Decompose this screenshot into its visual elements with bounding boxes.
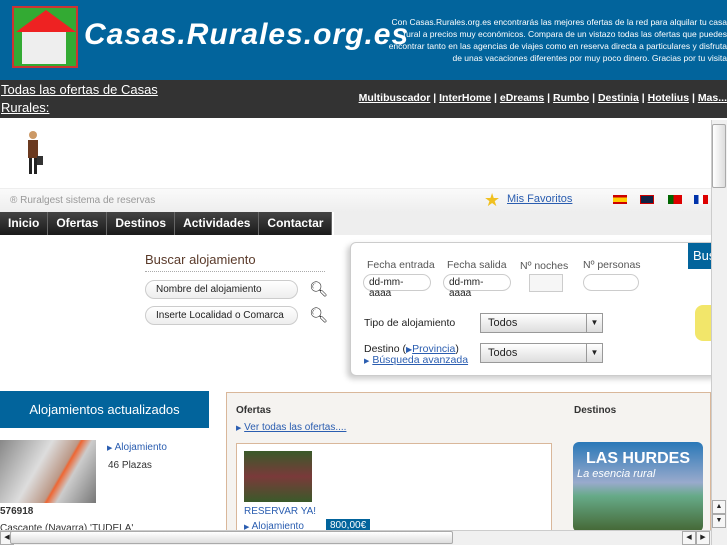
traveler-icon <box>28 131 43 174</box>
nights-input[interactable] <box>529 274 563 292</box>
arrow-right-icon: ▶ <box>236 425 242 432</box>
checkout-input[interactable]: dd-mm-aaaa <box>443 274 511 299</box>
nights-label: Nº noches <box>520 260 569 272</box>
advanced-search: ▶ Búsqueda avanzada <box>364 354 468 366</box>
flag-uk-icon[interactable] <box>640 195 654 204</box>
star-icon: ★ <box>484 190 501 210</box>
search-icon[interactable]: 🔍︎ <box>309 280 328 298</box>
see-all: ▶ Ver todas las ofertas.... <box>236 422 346 433</box>
link-multibuscador[interactable]: Multibuscador <box>359 92 431 104</box>
arrow-right-icon: ▶ <box>107 445 113 452</box>
intro-line: Con Casas.Rurales.org.es encontrarás las… <box>391 17 727 27</box>
flag-pt-icon[interactable] <box>668 195 682 204</box>
destination-select-value: Todos <box>488 347 518 359</box>
scroll-up-icon[interactable]: ▲ <box>712 500 726 514</box>
reserve-link[interactable]: RESERVAR YA! <box>244 506 316 517</box>
checkout-label: Fecha salida <box>447 259 507 271</box>
accommodation-photo[interactable] <box>0 440 96 503</box>
nav-inicio[interactable]: Inicio <box>0 212 49 235</box>
flag-fr-icon[interactable] <box>694 195 708 204</box>
horizontal-scroll-thumb[interactable] <box>10 531 453 544</box>
banner-title: LAS HURDES <box>585 450 690 467</box>
destination-select[interactable]: Todos ▼ <box>480 343 603 363</box>
link-destinia[interactable]: Destinia <box>598 92 639 104</box>
nav-destinos[interactable]: Destinos <box>107 212 176 235</box>
destination-banner[interactable]: LAS HURDES La esencia rural <box>573 442 703 532</box>
link-hotelius[interactable]: Hotelius <box>648 92 689 104</box>
scroll-left-icon[interactable]: ◀ <box>682 531 696 545</box>
offer-photo[interactable] <box>244 451 312 502</box>
vertical-scroll-thumb[interactable] <box>712 124 726 188</box>
checkin-input[interactable]: dd-mm-aaaa <box>363 274 431 299</box>
persons-input[interactable] <box>583 274 639 291</box>
type-label: Tipo de alojamiento <box>364 317 456 329</box>
partner-links: Multibuscador | InterHome | eDreams | Ru… <box>358 92 727 104</box>
advanced-search-link[interactable]: Búsqueda avanzada <box>372 354 468 366</box>
banner-subtitle: La esencia rural <box>577 468 656 480</box>
updated-title: Alojamientos actualizados <box>0 391 209 428</box>
persons-label: Nº personas <box>583 259 641 271</box>
intro-line: encontrar tanto en las agencias de viaje… <box>388 41 727 51</box>
intro-line: de unas vacaciones diferentes por muy po… <box>452 53 727 63</box>
scroll-down-icon[interactable]: ▼ <box>712 514 726 528</box>
checkin-label: Fecha entrada <box>367 259 435 271</box>
offers-title: Ofertas <box>236 405 272 416</box>
updated-link: ▶ Alojamiento <box>107 442 167 453</box>
name-search-input[interactable]: Nombre del alojamiento <box>145 280 298 299</box>
nav-contactar[interactable]: Contactar <box>259 212 333 235</box>
scroll-right-icon[interactable]: ▶ <box>696 531 710 545</box>
offers-bar-title[interactable]: Todas las ofertas de Casas Rurales: <box>1 81 181 117</box>
updated-places: 46 Plazas <box>108 460 152 471</box>
link-mas[interactable]: Mas... <box>698 92 727 104</box>
logo-house-icon[interactable] <box>12 6 78 68</box>
destinations-title: Destinos <box>574 405 617 416</box>
favorites-link[interactable]: Mis Favoritos <box>507 193 572 205</box>
nav-ofertas[interactable]: Ofertas <box>48 212 108 235</box>
intro-line: rural a precios muy económicos. Compara … <box>403 29 727 39</box>
main-nav: Inicio Ofertas Destinos Actividades Cont… <box>0 212 333 235</box>
ruralgest-text: ® Ruralgest sistema de reservas <box>10 195 156 206</box>
arrow-right-icon: ▶ <box>364 358 370 365</box>
nav-fill <box>334 212 711 235</box>
type-select[interactable]: Todos ▼ <box>480 313 603 333</box>
updated-id: 576918 <box>0 506 34 517</box>
search-icon[interactable]: 🔍︎ <box>309 306 328 324</box>
search-title: Buscar alojamiento <box>145 252 325 272</box>
intro-text: Con Casas.Rurales.org.es encontrarás las… <box>360 16 727 64</box>
offers-bar-title-text[interactable]: Todas las ofertas de Casas Rurales: <box>1 82 158 115</box>
chevron-down-icon: ▼ <box>586 314 602 332</box>
link-interhome[interactable]: InterHome <box>439 92 491 104</box>
chevron-down-icon: ▼ <box>586 344 602 362</box>
search-tab[interactable]: Bus <box>688 243 711 269</box>
location-search-input[interactable]: Inserte Localidad o Comarca <box>145 306 298 325</box>
search-button[interactable] <box>695 305 711 341</box>
see-all-offers-link[interactable]: Ver todas las ofertas.... <box>244 422 346 433</box>
updated-accommodation-link[interactable]: Alojamiento <box>115 442 167 453</box>
type-select-value: Todos <box>488 317 518 329</box>
link-rumbo[interactable]: Rumbo <box>553 92 589 104</box>
link-edreams[interactable]: eDreams <box>500 92 544 104</box>
nav-actividades[interactable]: Actividades <box>175 212 260 235</box>
flag-es-icon[interactable] <box>613 195 627 204</box>
